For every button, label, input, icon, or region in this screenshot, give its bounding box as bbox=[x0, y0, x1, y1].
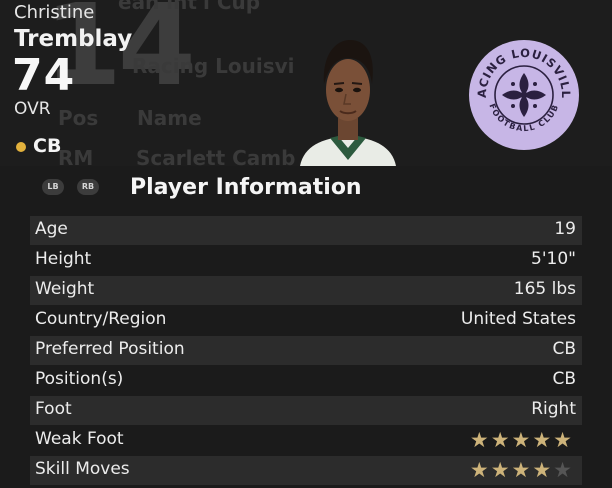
rb-bumper-button[interactable]: RB bbox=[77, 179, 99, 195]
attribute-value: Right bbox=[531, 399, 576, 419]
section-title: Player Information bbox=[130, 175, 362, 200]
background-pos-header: Pos bbox=[58, 106, 99, 130]
attribute-value: CB bbox=[552, 339, 576, 359]
attribute-row-weight: Weight 165 lbs bbox=[30, 276, 582, 305]
attribute-value: CB bbox=[552, 369, 576, 389]
attribute-label: Weight bbox=[35, 279, 95, 299]
attribute-value: 5'10" bbox=[531, 249, 576, 269]
attribute-label: Age bbox=[35, 219, 68, 239]
club-crest-icon: RACING LOUISVILLE FOOTBALL CLUB bbox=[468, 39, 579, 150]
attribute-row-preferred-position: Preferred Position CB bbox=[30, 336, 582, 365]
attribute-row-age: Age 19 bbox=[30, 216, 582, 245]
attribute-row-height: Height 5'10" bbox=[30, 246, 582, 275]
player-first-name: Christine bbox=[14, 2, 95, 23]
attribute-label: Height bbox=[35, 249, 92, 269]
attribute-value: United States bbox=[460, 309, 576, 329]
star-filled-icon: ★ bbox=[532, 428, 552, 452]
player-portrait bbox=[296, 34, 400, 166]
attribute-label: Preferred Position bbox=[35, 339, 185, 359]
attribute-row-weak-foot: Weak Foot ★ ★ ★ ★ ★ bbox=[30, 426, 582, 455]
player-last-name: Tremblay bbox=[14, 26, 133, 52]
attribute-row-positions: Position(s) CB bbox=[30, 366, 582, 395]
star-filled-icon: ★ bbox=[469, 458, 489, 482]
star-filled-icon: ★ bbox=[511, 428, 531, 452]
weak-foot-stars: ★ ★ ★ ★ ★ bbox=[470, 428, 572, 452]
background-tournament-title: ean int'l Cup bbox=[118, 0, 261, 14]
player-ovr-value: 74 bbox=[12, 50, 76, 101]
player-position: CB bbox=[33, 135, 62, 157]
attribute-label: Country/Region bbox=[35, 309, 167, 329]
star-filled-icon: ★ bbox=[511, 458, 531, 482]
star-filled-icon: ★ bbox=[532, 458, 552, 482]
attribute-label: Foot bbox=[35, 399, 72, 419]
attribute-value: 19 bbox=[554, 219, 576, 239]
star-filled-icon: ★ bbox=[553, 428, 572, 452]
skill-moves-stars: ★ ★ ★ ★ ★ bbox=[470, 458, 572, 482]
attribute-label: Skill Moves bbox=[35, 459, 130, 479]
star-filled-icon: ★ bbox=[490, 458, 510, 482]
attribute-row-skill-moves: Skill Moves ★ ★ ★ ★ ★ bbox=[30, 456, 582, 485]
attribute-row-country: Country/Region United States bbox=[30, 306, 582, 335]
background-name-header: Name bbox=[137, 106, 202, 130]
position-dot bbox=[16, 142, 26, 152]
star-filled-icon: ★ bbox=[469, 428, 489, 452]
attribute-row-foot: Foot Right bbox=[30, 396, 582, 425]
attribute-value: 165 lbs bbox=[513, 279, 576, 299]
lb-bumper-button[interactable]: LB bbox=[42, 179, 64, 195]
star-empty-icon: ★ bbox=[553, 458, 572, 482]
attribute-label: Weak Foot bbox=[35, 429, 124, 449]
ovr-label: OVR bbox=[14, 99, 51, 119]
attribute-label: Position(s) bbox=[35, 369, 124, 389]
star-filled-icon: ★ bbox=[490, 428, 510, 452]
